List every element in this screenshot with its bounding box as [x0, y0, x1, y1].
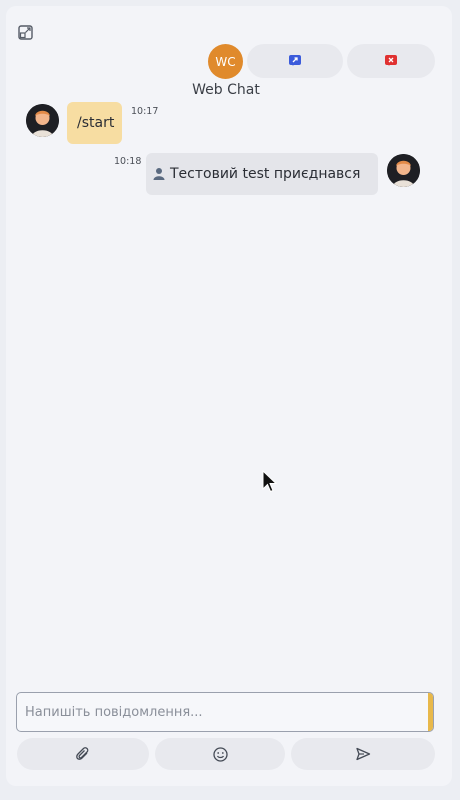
agent-avatar — [387, 154, 420, 187]
emoji-icon — [212, 746, 228, 762]
system-message-bubble: Тестовий test приєднався — [146, 153, 378, 195]
message-time: 10:18 — [114, 156, 142, 167]
message-bubble: /start — [67, 102, 122, 144]
attach-button[interactable] — [17, 738, 149, 770]
chat-avatar: WC — [208, 44, 243, 79]
message-text: Тестовий test приєднався — [170, 166, 361, 182]
paperclip-icon — [76, 747, 89, 760]
send-button[interactable] — [291, 738, 435, 770]
transfer-chat-icon — [289, 55, 301, 66]
user-icon — [153, 168, 165, 180]
transfer-chat-button[interactable] — [247, 44, 343, 78]
input-accent-bar — [428, 693, 433, 731]
close-chat-button[interactable] — [347, 44, 435, 78]
user-avatar — [26, 104, 59, 137]
chat-title: Web Chat — [192, 82, 260, 98]
message-text: /start — [77, 115, 115, 131]
expand-window-icon[interactable] — [17, 24, 33, 40]
emoji-button[interactable] — [155, 738, 285, 770]
message-time: 10:17 — [131, 106, 159, 117]
send-icon — [356, 747, 371, 761]
avatar-initials: WC — [215, 54, 236, 69]
close-chat-icon — [385, 55, 397, 66]
message-input[interactable] — [17, 693, 425, 731]
message-input-box — [16, 692, 434, 732]
mouse-cursor-icon — [262, 469, 278, 498]
